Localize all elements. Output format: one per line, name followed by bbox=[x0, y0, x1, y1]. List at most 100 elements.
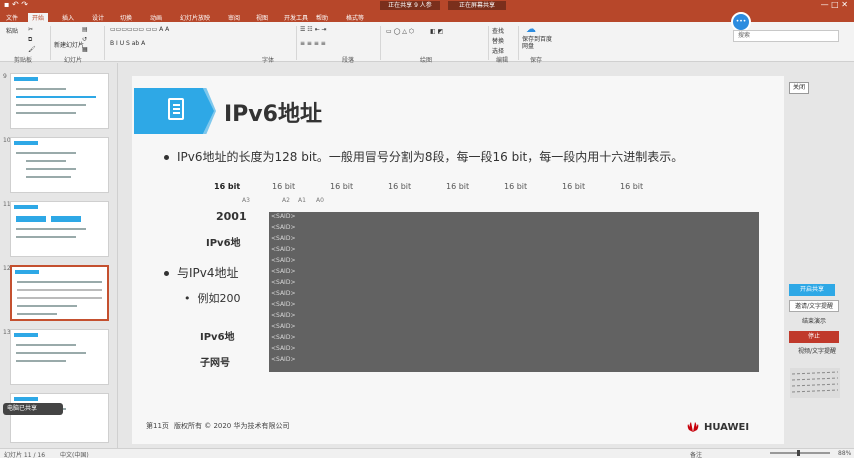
bullet-1-text: IPv6地址的长度为128 bit。一般用冒号分割为8段，每一段16 bit，每… bbox=[177, 150, 684, 164]
tab-slideshow[interactable]: 幻灯片放映 bbox=[180, 13, 210, 22]
slide-thumbnails-panel: 9 10 11 12 13 bbox=[0, 63, 118, 448]
font-format-icons[interactable]: B I U S ab A bbox=[110, 40, 145, 47]
overlay-line: <SAID> bbox=[271, 301, 296, 308]
address-prefix: 2001 bbox=[216, 210, 247, 223]
tab-view[interactable]: 视图 bbox=[256, 13, 268, 22]
divider bbox=[380, 26, 381, 60]
zoom-slider-handle[interactable] bbox=[797, 450, 800, 456]
tab-design[interactable]: 设计 bbox=[92, 13, 104, 22]
divider bbox=[104, 26, 105, 60]
overlay-line: <SAID> bbox=[271, 224, 296, 231]
slide-counter: 幻灯片 11 / 16 bbox=[4, 452, 46, 458]
invite-button[interactable]: 邀请/文字提醒 bbox=[789, 300, 839, 312]
tab-insert[interactable]: 插入 bbox=[62, 13, 74, 22]
section-icon[interactable]: ▦ bbox=[82, 46, 88, 53]
zoom-level[interactable]: 88% bbox=[838, 450, 851, 457]
ipv6-label: IPv6地 bbox=[200, 332, 235, 343]
overlay-line: <SAID> bbox=[271, 257, 296, 264]
zoom-slider[interactable] bbox=[770, 452, 830, 454]
tab-format[interactable]: 格式等 bbox=[346, 13, 364, 22]
screen-share-badge[interactable]: 正在屏幕共享 bbox=[448, 1, 506, 10]
slide-thumbnail[interactable] bbox=[10, 137, 109, 193]
cloud-icon[interactable]: ☁ bbox=[526, 24, 536, 35]
shapes-icon[interactable]: ▭ ◯ △ ⬡ bbox=[386, 28, 414, 35]
title-bar: ▪ ↶ ↷ 正在共享 9 人参 正在屏幕共享 — □ ✕ bbox=[0, 0, 854, 12]
divider bbox=[296, 26, 297, 60]
bit-label: 16 bit bbox=[446, 182, 470, 191]
arrange-icon[interactable]: ◧ ◩ bbox=[430, 28, 443, 35]
divider bbox=[518, 26, 519, 60]
bit-label: 16 bit bbox=[214, 182, 241, 191]
format-painter-icon[interactable]: 🖌 bbox=[28, 46, 36, 53]
presenter-chip[interactable]: 电脑已共享 bbox=[3, 403, 63, 415]
tab-animations[interactable]: 动画 bbox=[150, 13, 162, 22]
font-box[interactable]: ▭▭▭▭▭▭ ▭▭ A A bbox=[110, 26, 169, 33]
save-icon[interactable]: ▪ ↶ ↷ bbox=[4, 0, 28, 9]
bullets-icon[interactable]: ☰ ☷ ⇤ ⇥ bbox=[300, 26, 327, 33]
bullet-1: IPv6地址的长度为128 bit。一般用冒号分割为8段，每一段16 bit，每… bbox=[164, 148, 683, 165]
overlay-line: <SAID> bbox=[271, 312, 296, 319]
huawei-logo-icon bbox=[687, 422, 699, 432]
slide[interactable]: IPv6地址 IPv6地址的长度为128 bit。一般用冒号分割为8段，每一段1… bbox=[132, 76, 784, 444]
bullet-2: 与IPv4地址 bbox=[164, 264, 239, 281]
copy-icon[interactable]: ⧉ bbox=[28, 36, 32, 44]
select-button[interactable]: 选择 bbox=[492, 46, 504, 55]
small-label: A0 bbox=[316, 197, 324, 204]
slide-thumbnail-selected[interactable] bbox=[10, 265, 109, 321]
slide-thumbnail[interactable] bbox=[10, 73, 109, 129]
save-to-cloud-button[interactable]: 保存到百度网盘 bbox=[522, 36, 552, 50]
overlay-line: <SAID> bbox=[271, 213, 296, 220]
small-label: A2 bbox=[282, 197, 290, 204]
align-icons[interactable]: ≡ ≡ ≡ ≡ bbox=[300, 40, 326, 47]
find-button[interactable]: 查找 bbox=[492, 26, 504, 35]
title-chevron-accent bbox=[200, 88, 216, 134]
bit-label: 16 bit bbox=[620, 182, 644, 191]
replace-button[interactable]: 替换 bbox=[492, 36, 504, 45]
overlay-line: <SAID> bbox=[271, 356, 296, 363]
example-line: • 例如200 bbox=[184, 290, 240, 306]
bit-label: 16 bit bbox=[330, 182, 354, 191]
new-slide-button[interactable]: 新建幻灯片 bbox=[54, 40, 84, 49]
slide-thumbnail[interactable] bbox=[10, 329, 109, 385]
cut-icon[interactable]: ✂ bbox=[28, 26, 33, 33]
layout-icon[interactable]: ▤ bbox=[82, 26, 88, 33]
overlay-line: <SAID> bbox=[271, 345, 296, 352]
ribbon-tabs: 文件 开始 插入 设计 切换 动画 幻灯片放映 审阅 视图 开发工具 帮助 格式… bbox=[0, 12, 854, 22]
bit-label: 16 bit bbox=[272, 182, 296, 191]
slide-thumbnail[interactable] bbox=[10, 201, 109, 257]
thumbnail-number: 9 bbox=[3, 73, 7, 80]
window-controls[interactable]: — □ ✕ bbox=[821, 0, 848, 9]
search-input[interactable]: 搜索 bbox=[733, 30, 839, 42]
tab-developer[interactable]: 开发工具 bbox=[284, 13, 308, 22]
bit-label: 16 bit bbox=[504, 182, 528, 191]
slide-title: IPv6地址 bbox=[224, 102, 322, 127]
tab-home[interactable]: 开始 bbox=[28, 13, 49, 22]
small-label: A3 bbox=[242, 197, 250, 204]
overlay-line: <SAID> bbox=[271, 290, 296, 297]
close-button[interactable]: 关闭 bbox=[789, 82, 809, 94]
divider bbox=[488, 26, 489, 60]
ipv6-label: IPv6地 bbox=[206, 238, 241, 249]
paste-button[interactable]: 粘贴 bbox=[6, 26, 18, 35]
tab-transitions[interactable]: 切换 bbox=[120, 13, 132, 22]
stop-button[interactable]: 停止 bbox=[789, 331, 839, 343]
avatar[interactable]: ••• bbox=[731, 12, 751, 32]
overlay-line: <SAID> bbox=[271, 246, 296, 253]
annotation-overlay[interactable]: <SAID> <SAID> <SAID> <SAID> <SAID> <SAID… bbox=[269, 212, 759, 372]
tab-file[interactable]: 文件 bbox=[6, 13, 18, 22]
page-number: 第11页 bbox=[146, 422, 169, 430]
end-presentation-button[interactable]: 结束演示 bbox=[789, 316, 839, 328]
reset-icon[interactable]: ↺ bbox=[82, 36, 87, 43]
tab-help[interactable]: 帮助 bbox=[316, 13, 328, 22]
subnet-label: 子网号 bbox=[200, 358, 230, 369]
example-text: 例如200 bbox=[197, 292, 241, 305]
bullet-dot bbox=[164, 271, 169, 276]
bullet-dot bbox=[164, 155, 169, 160]
overlay-line: <SAID> bbox=[271, 323, 296, 330]
sub-bullet: • bbox=[184, 292, 198, 305]
video-reminder-button[interactable]: 视频/文字提醒 bbox=[789, 346, 845, 358]
tab-review[interactable]: 审阅 bbox=[228, 13, 240, 22]
notes-button[interactable]: 备注 bbox=[690, 450, 702, 458]
slide-thumbnail[interactable] bbox=[10, 393, 109, 443]
start-share-button[interactable]: 开启共享 bbox=[789, 284, 835, 296]
